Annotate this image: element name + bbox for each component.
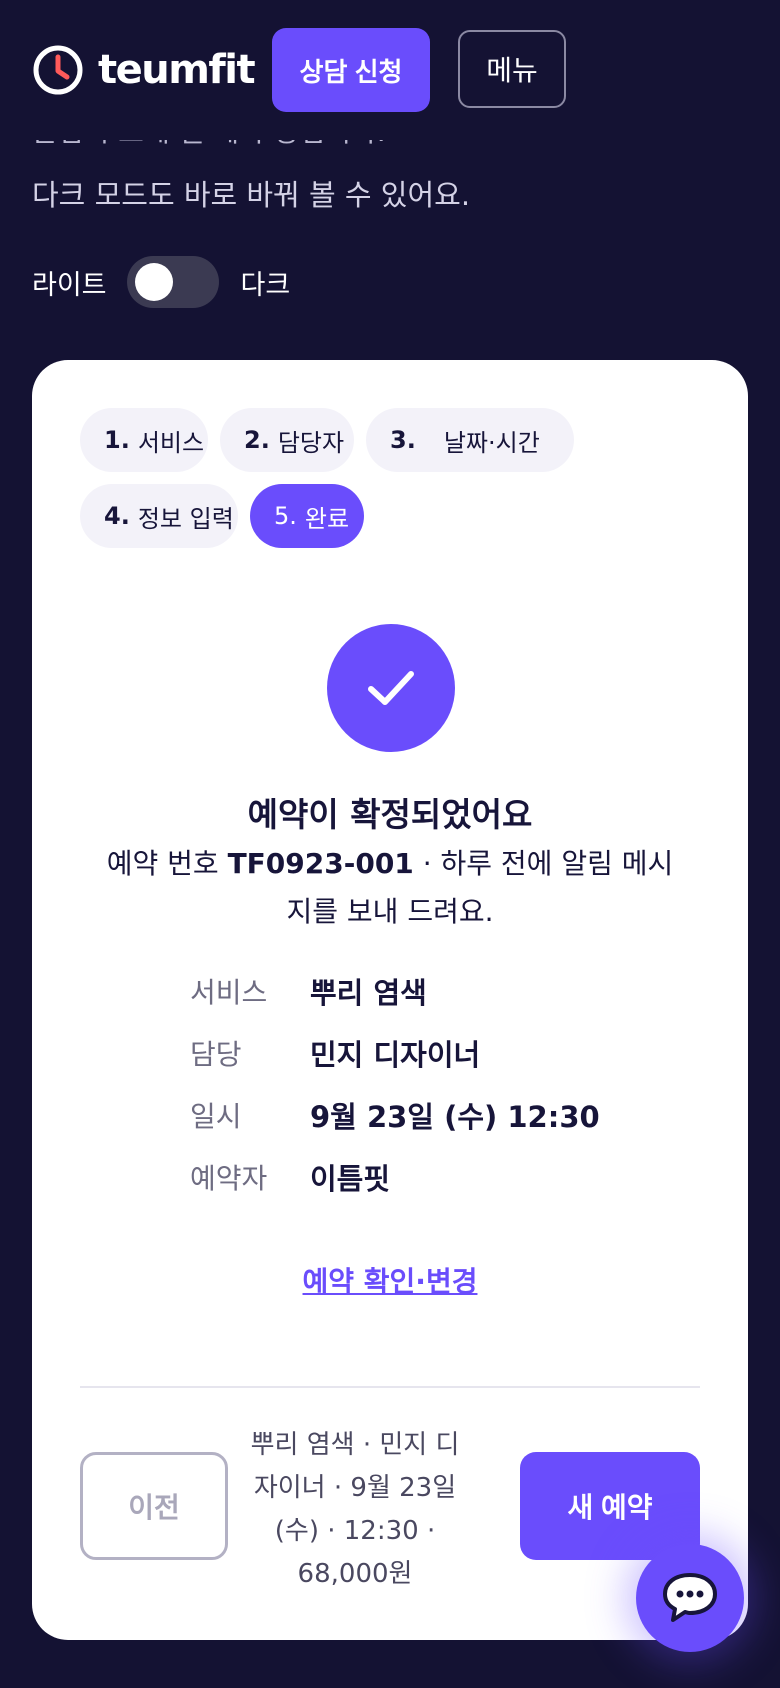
step-label: 정보 입력 xyxy=(137,504,234,533)
step-number: 2. xyxy=(244,426,270,454)
detail-key: 담당 xyxy=(190,1038,242,1071)
check-icon xyxy=(368,671,414,705)
desc-prefix: 예약 번호 xyxy=(106,847,228,880)
step-number: 1. xyxy=(104,426,130,454)
step-number: 3. xyxy=(390,426,416,454)
step-complete[interactable]: 5. 완료 xyxy=(250,484,364,548)
step-staff[interactable]: 2. 담당자 xyxy=(220,408,354,472)
detail-value: 이틈핏 xyxy=(310,1162,391,1196)
step-label: 날짜·시간 xyxy=(443,428,540,457)
light-label: 라이트 xyxy=(32,269,107,301)
intro-text: 다크 모드도 바로 바꿔 볼 수 있어요. xyxy=(32,178,471,212)
detail-row-service: 서비스 뿌리 염색 xyxy=(190,960,600,1022)
prev-button[interactable]: 이전 xyxy=(80,1452,228,1560)
detail-row-staff: 담당 민지 디자이너 xyxy=(190,1022,600,1084)
step-label: 담당자 xyxy=(277,428,345,457)
booking-card: 1. 서비스 2. 담당자 3. 날짜·시간 4. 정보 입력 5. 완료 예약… xyxy=(32,360,748,1640)
detail-key: 일시 xyxy=(190,1100,242,1133)
detail-value: 9월 23일 (수) 12:30 xyxy=(310,1100,600,1134)
booking-number: TF0923-001 xyxy=(227,847,414,880)
step-datetime[interactable]: 3. 날짜·시간 xyxy=(366,408,574,472)
success-badge xyxy=(327,624,455,752)
detail-value: 뿌리 염색 xyxy=(310,976,427,1010)
chat-bubble-icon xyxy=(663,1573,717,1622)
step-label: 서비스 xyxy=(137,428,205,457)
chat-button[interactable] xyxy=(636,1544,744,1652)
consult-button[interactable]: 상담 신청 xyxy=(272,28,430,112)
clock-icon xyxy=(33,45,83,95)
theme-switcher: 라이트 다크 xyxy=(32,256,290,308)
top-bar: teumfit 상담 신청 메뉴 xyxy=(0,0,780,140)
brand-name: teumfit xyxy=(98,47,256,93)
detail-value: 민지 디자이너 xyxy=(310,1038,481,1072)
detail-row-customer: 예약자 이틈핏 xyxy=(190,1146,600,1208)
confirmation-description: 예약 번호 TF0923-001 · 하루 전에 알림 메시지를 보내 드려요. xyxy=(102,840,678,936)
new-booking-button[interactable]: 새 예약 xyxy=(520,1452,700,1560)
toggle-knob xyxy=(134,263,173,301)
detail-row-datetime: 일시 9월 23일 (수) 12:30 xyxy=(190,1084,600,1146)
dark-label: 다크 xyxy=(240,269,291,301)
booking-summary: 뿌리 염색 · 민지 디자이너 · 9월 23일 (수) · 12:30 · 6… xyxy=(250,1430,460,1589)
step-number: 5. xyxy=(274,502,297,530)
step-number: 4. xyxy=(104,502,130,530)
divider xyxy=(80,1386,700,1388)
brand-logo[interactable]: teumfit xyxy=(32,44,256,96)
step-info[interactable]: 4. 정보 입력 xyxy=(80,484,238,548)
manage-booking-link[interactable]: 예약 확인·변경 xyxy=(32,1260,748,1300)
step-label: 완료 xyxy=(304,504,350,533)
menu-button[interactable]: 메뉴 xyxy=(458,30,566,108)
detail-key: 예약자 xyxy=(190,1162,268,1195)
step-service[interactable]: 1. 서비스 xyxy=(80,408,208,472)
confirmation-title: 예약이 확정되었어요 xyxy=(247,795,533,834)
detail-key: 서비스 xyxy=(190,976,268,1009)
booking-details: 서비스 뿌리 염색 담당 민지 디자이너 일시 9월 23일 (수) 12:30… xyxy=(190,960,600,1208)
dark-mode-toggle[interactable] xyxy=(126,256,219,308)
